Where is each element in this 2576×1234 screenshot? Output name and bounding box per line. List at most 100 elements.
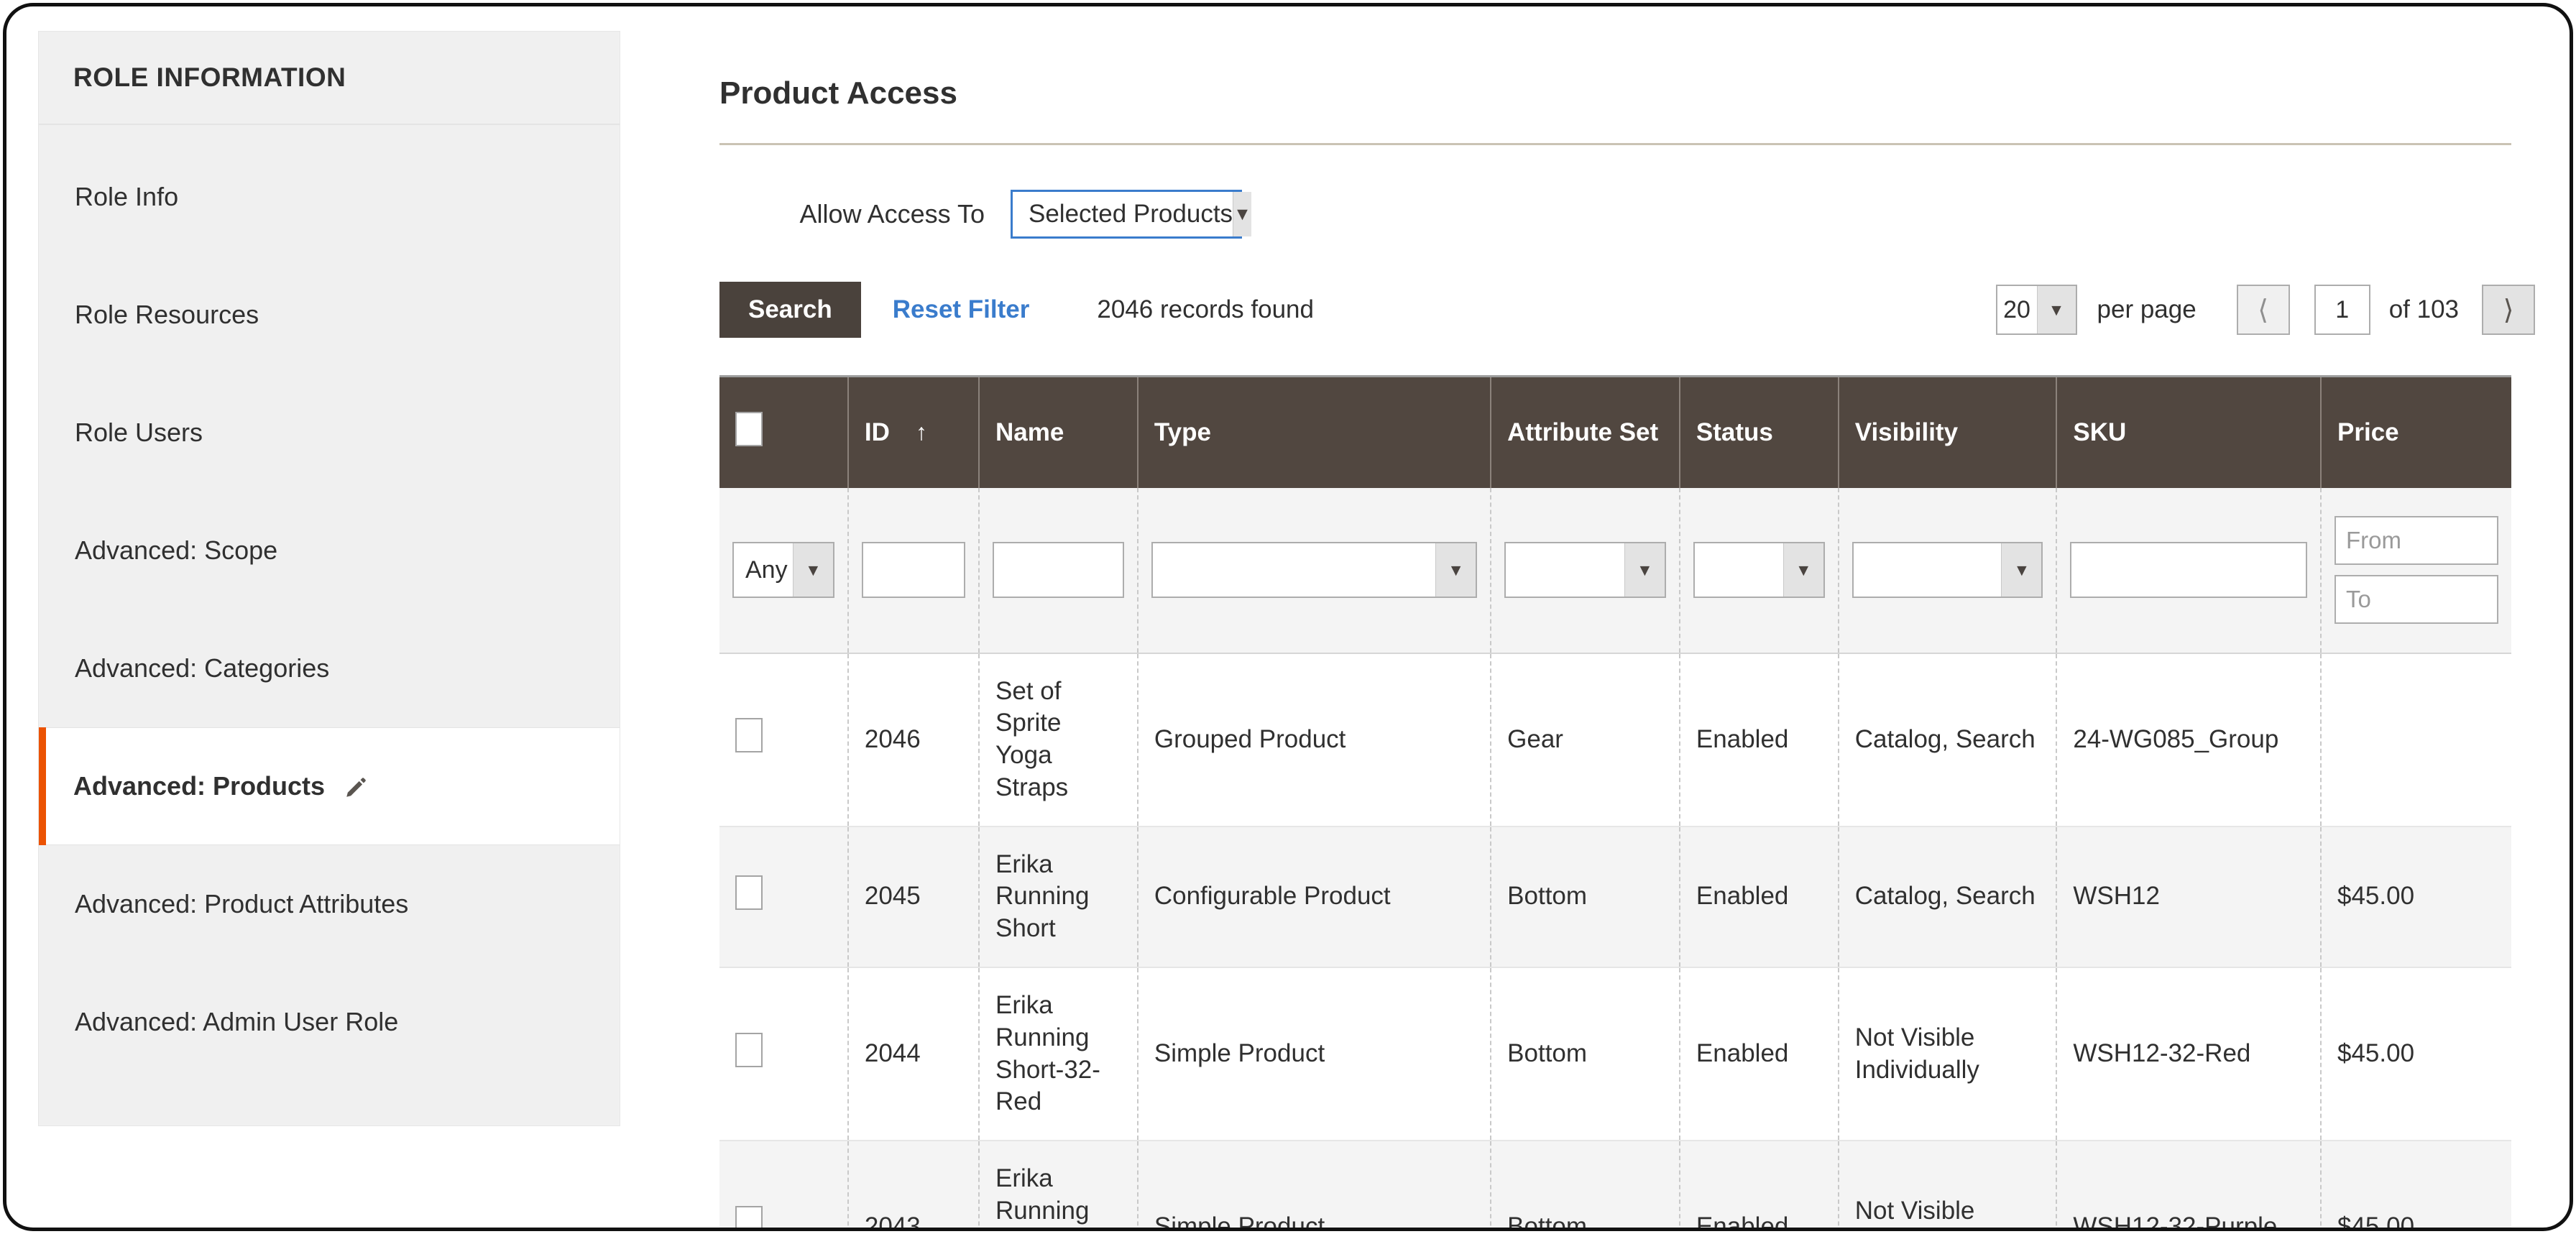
chevron-down-icon[interactable]: ▼ bbox=[2001, 543, 2042, 597]
cell-status: Enabled bbox=[1679, 967, 1839, 1142]
sidebar-item-advanced-products[interactable]: Advanced: Products bbox=[39, 727, 620, 845]
cell-value: Catalog, Search bbox=[1854, 882, 2036, 911]
chevron-down-icon[interactable]: ▼ bbox=[1435, 543, 1476, 597]
cell-attribute-set: Gear bbox=[1491, 653, 1680, 827]
row-select-cell[interactable] bbox=[719, 967, 849, 1142]
row-select-cell[interactable] bbox=[719, 1141, 849, 1228]
row-select-cell[interactable] bbox=[719, 653, 849, 827]
cell-value: Simple Product bbox=[1154, 1039, 1325, 1068]
table-row[interactable]: 2045 Erika Running Short Configurable Pr… bbox=[719, 826, 2511, 969]
sidebar-item-label: Advanced: Admin User Role bbox=[75, 1007, 399, 1036]
cell-value: Configurable Product bbox=[1154, 882, 1391, 911]
cell-price: $45.00 bbox=[2321, 826, 2511, 969]
cell-value: Erika Running Short bbox=[995, 849, 1090, 943]
chevron-down-icon[interactable]: ▼ bbox=[2036, 286, 2076, 333]
cell-status: Enabled bbox=[1679, 653, 1839, 827]
filter-price-from-input[interactable] bbox=[2334, 516, 2498, 565]
column-header-visibility[interactable]: Visibility bbox=[1838, 375, 2058, 488]
total-pages-label: of 103 bbox=[2388, 295, 2459, 323]
column-header-label: Price bbox=[2337, 418, 2399, 446]
chevron-down-icon[interactable]: ▼ bbox=[1782, 543, 1823, 597]
table-row[interactable]: 2043 Erika Running Short-32-Purple Simpl… bbox=[719, 1141, 2511, 1231]
cell-id: 2046 bbox=[847, 653, 980, 827]
filter-type-select[interactable]: ▼ bbox=[1151, 542, 1478, 598]
reset-filter-link[interactable]: Reset Filter bbox=[893, 295, 1030, 324]
row-checkbox[interactable] bbox=[735, 875, 763, 910]
cell-name: Erika Running Short-32-Purple bbox=[979, 1141, 1138, 1228]
table-row[interactable]: 2046 Set of Sprite Yoga Straps Grouped P… bbox=[719, 653, 2511, 827]
column-header-select-all[interactable] bbox=[719, 375, 849, 488]
sidebar-item-advanced-product-attributes[interactable]: Advanced: Product Attributes bbox=[39, 845, 620, 963]
column-header-name[interactable]: Name bbox=[979, 375, 1138, 488]
filter-cell-attribute-set: ▼ bbox=[1491, 487, 1680, 654]
filter-any-select[interactable]: Any ▼ bbox=[732, 542, 834, 598]
allow-access-to-row: Allow Access To Selected Products ▼ bbox=[719, 190, 2535, 239]
cell-value: Not Visible Individually bbox=[1854, 1197, 1975, 1225]
previous-page-button[interactable]: ⟨ bbox=[2236, 285, 2290, 335]
filter-any-value: Any bbox=[745, 556, 788, 584]
sidebar-item-advanced-admin-user-role[interactable]: Advanced: Admin User Role bbox=[39, 963, 620, 1081]
cell-name: Erika Running Short-32-Red bbox=[979, 967, 1138, 1142]
cell-visibility: Not Visible Individually bbox=[1838, 967, 2058, 1142]
filter-cell-sku bbox=[2056, 487, 2322, 654]
cell-attribute-set: Bottom bbox=[1491, 1141, 1680, 1231]
cell-visibility: Not Visible Individually bbox=[1838, 1141, 2058, 1228]
grid-header-row: ID ↑ Name Type Attribute Set Status Visi… bbox=[719, 375, 2511, 488]
row-checkbox[interactable] bbox=[735, 1032, 763, 1067]
next-page-button[interactable]: ⟩ bbox=[2482, 285, 2535, 335]
column-header-price[interactable]: Price bbox=[2321, 375, 2511, 488]
cell-attribute-set: Bottom bbox=[1491, 826, 1680, 969]
sidebar-item-role-info[interactable]: Role Info bbox=[39, 138, 620, 256]
sidebar-item-advanced-categories[interactable]: Advanced: Categories bbox=[39, 609, 620, 727]
chevron-down-icon[interactable]: ▼ bbox=[1624, 543, 1665, 597]
row-checkbox[interactable] bbox=[735, 1205, 763, 1228]
cell-value: Catalog, Search bbox=[1854, 724, 2036, 753]
table-row[interactable]: 2044 Erika Running Short-32-Red Simple P… bbox=[719, 967, 2511, 1142]
column-header-type[interactable]: Type bbox=[1137, 375, 1492, 488]
sidebar-item-label: Advanced: Products bbox=[73, 771, 326, 801]
filter-sku-input[interactable] bbox=[2070, 542, 2307, 598]
sidebar-item-label: Role Resources bbox=[75, 300, 259, 329]
sidebar-item-role-resources[interactable]: Role Resources bbox=[39, 256, 620, 374]
column-header-status[interactable]: Status bbox=[1679, 375, 1839, 488]
filter-visibility-select[interactable]: ▼ bbox=[1852, 542, 2043, 598]
filter-status-select[interactable]: ▼ bbox=[1693, 542, 1825, 598]
column-header-sku[interactable]: SKU bbox=[2056, 375, 2322, 488]
cell-value: WSH12 bbox=[2073, 882, 2160, 911]
column-header-id[interactable]: ID ↑ bbox=[847, 375, 980, 488]
sidebar-item-advanced-scope[interactable]: Advanced: Scope bbox=[39, 492, 620, 609]
per-page-select[interactable]: 20 ▼ bbox=[1995, 285, 2077, 335]
cell-value: WSH12-32-Purple bbox=[2073, 1212, 2278, 1231]
sidebar-item-role-users[interactable]: Role Users bbox=[39, 374, 620, 492]
allow-access-to-select[interactable]: Selected Products ▼ bbox=[1011, 190, 1251, 239]
sidebar-item-label: Advanced: Categories bbox=[75, 653, 330, 683]
filter-attribute-set-select[interactable]: ▼ bbox=[1504, 542, 1666, 598]
row-checkbox[interactable] bbox=[735, 718, 763, 753]
cell-value: Not Visible Individually bbox=[1854, 1023, 1979, 1084]
filter-visibility-value bbox=[1854, 543, 2002, 597]
chevron-down-icon[interactable]: ▼ bbox=[1233, 192, 1251, 236]
chevron-down-icon[interactable]: ▼ bbox=[792, 543, 833, 597]
filter-price-to-input[interactable] bbox=[2334, 575, 2498, 624]
select-all-checkbox[interactable] bbox=[735, 412, 763, 447]
current-page-input[interactable]: 1 bbox=[2314, 285, 2370, 335]
per-page-value: 20 bbox=[2003, 295, 2030, 323]
column-header-attribute-set[interactable]: Attribute Set bbox=[1491, 375, 1680, 488]
records-found-text: 2046 records found bbox=[1097, 295, 1314, 323]
cell-value: 2045 bbox=[864, 882, 921, 911]
role-information-sidebar: ROLE INFORMATION Role Info Role Resource… bbox=[38, 31, 620, 1126]
cell-type: Simple Product bbox=[1137, 967, 1492, 1142]
cell-value: 2044 bbox=[864, 1039, 921, 1068]
cell-sku: WSH12 bbox=[2056, 826, 2322, 969]
cell-value: $45.00 bbox=[2337, 882, 2415, 911]
filter-attribute-set-value bbox=[1506, 543, 1624, 597]
edit-pencil-icon[interactable] bbox=[344, 775, 368, 800]
row-select-cell[interactable] bbox=[719, 826, 849, 969]
filter-status-value bbox=[1695, 543, 1783, 597]
filter-name-input[interactable] bbox=[993, 542, 1124, 598]
filter-id-input[interactable] bbox=[861, 542, 966, 598]
cell-value: Bottom bbox=[1507, 1212, 1588, 1231]
search-button[interactable]: Search bbox=[719, 282, 861, 338]
cell-name: Set of Sprite Yoga Straps bbox=[979, 653, 1138, 827]
main-content: Product Access Allow Access To Selected … bbox=[719, 31, 2535, 1228]
